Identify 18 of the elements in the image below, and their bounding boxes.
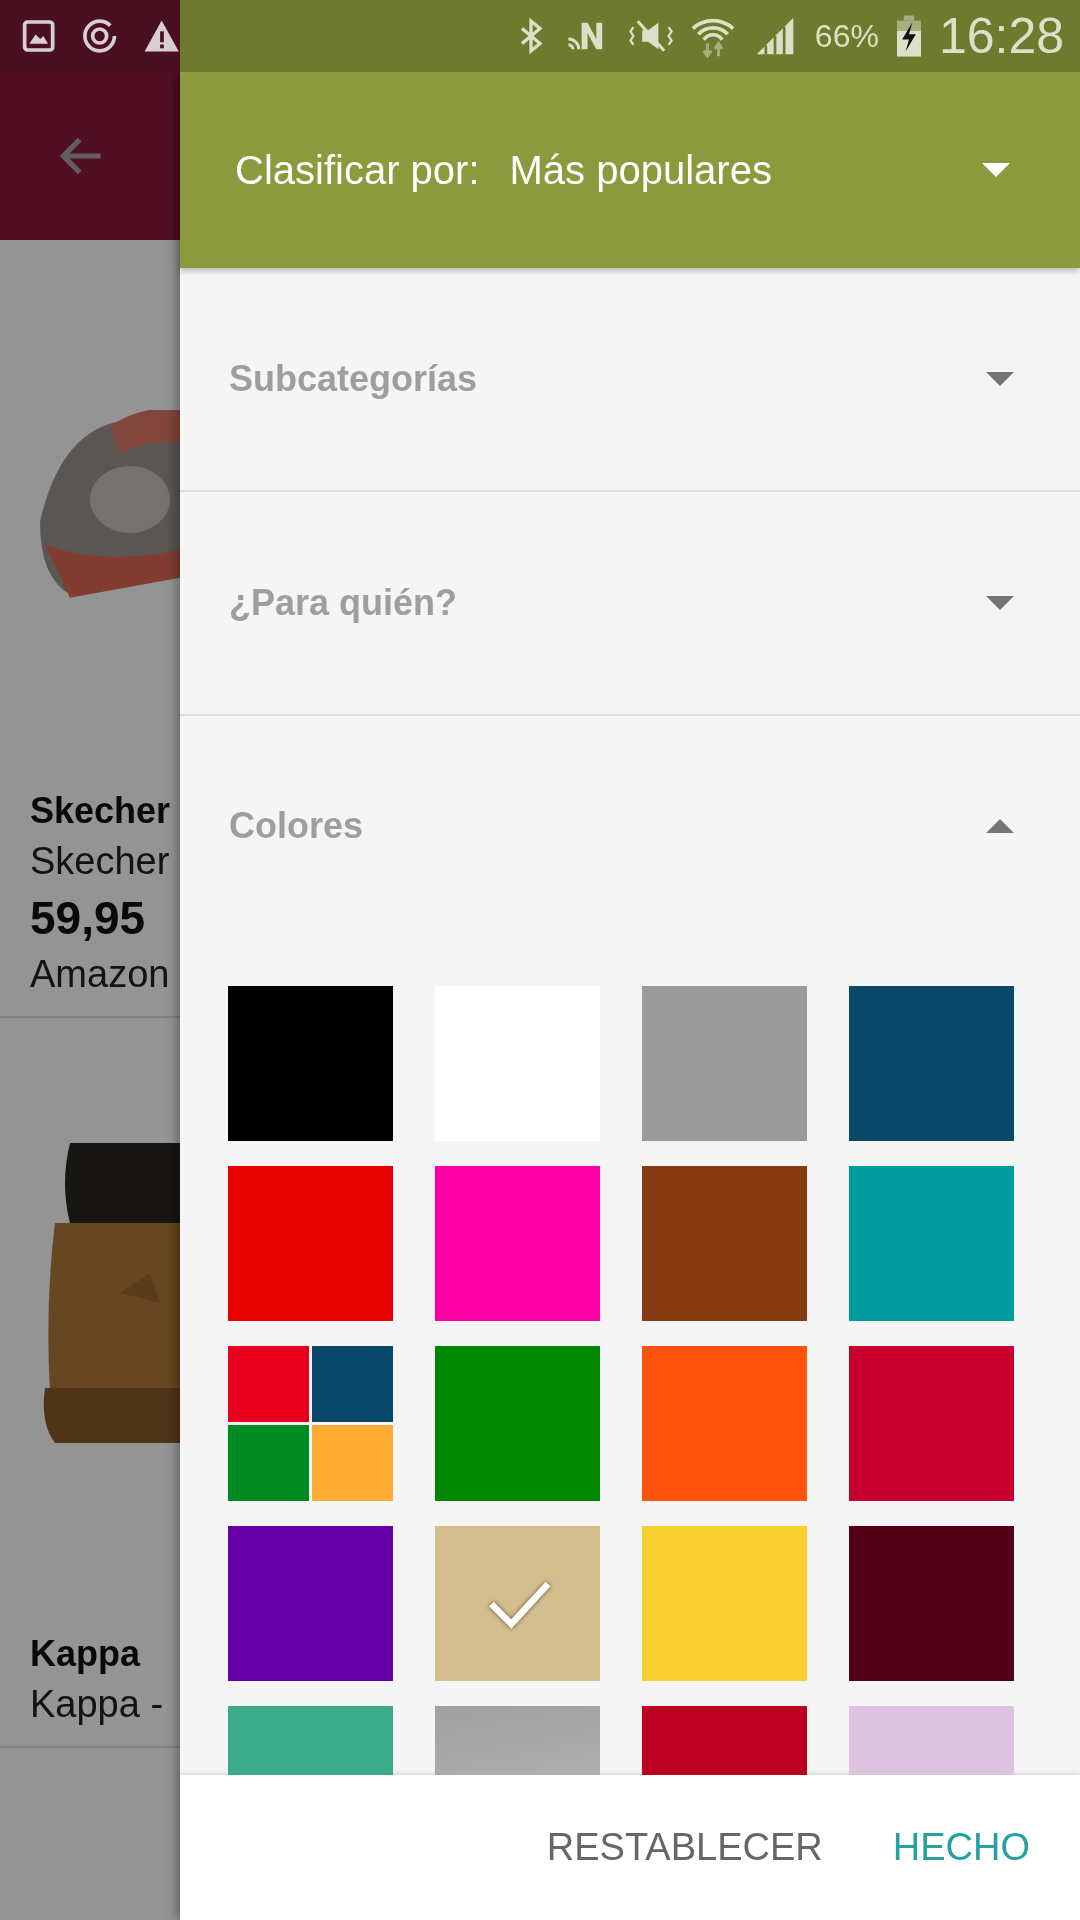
sort-dropdown[interactable]: Clasificar por: Más populares — [180, 72, 1080, 268]
product-title: Skecher — [30, 790, 172, 832]
filter-section-header[interactable]: Colores — [180, 716, 1080, 936]
product-subtitle: Skecher — [30, 840, 171, 883]
product-card[interactable]: Skecher Skecher 59,95 Amazon — [0, 240, 180, 1018]
filter-section-header[interactable]: Subcategorías — [180, 268, 1080, 492]
sort-label: Clasificar por: — [235, 147, 480, 193]
product-subtitle: Kappa - — [30, 1683, 165, 1726]
reset-button[interactable]: RESTABLECER — [526, 1810, 843, 1885]
filter-section-header[interactable]: ¿Para quién? — [180, 492, 1080, 716]
product-card[interactable]: Kappa Kappa - — [0, 1018, 180, 1748]
store-name: Amazon — [30, 953, 171, 996]
battery-percentage: 66% — [814, 17, 879, 55]
done-button[interactable]: HECHO — [872, 1810, 1050, 1885]
product-title: Kappa — [30, 1633, 142, 1675]
sort-value: Más populares — [509, 147, 773, 193]
product-price: 59,95 — [30, 891, 147, 945]
clock: 16:28 — [938, 7, 1064, 65]
